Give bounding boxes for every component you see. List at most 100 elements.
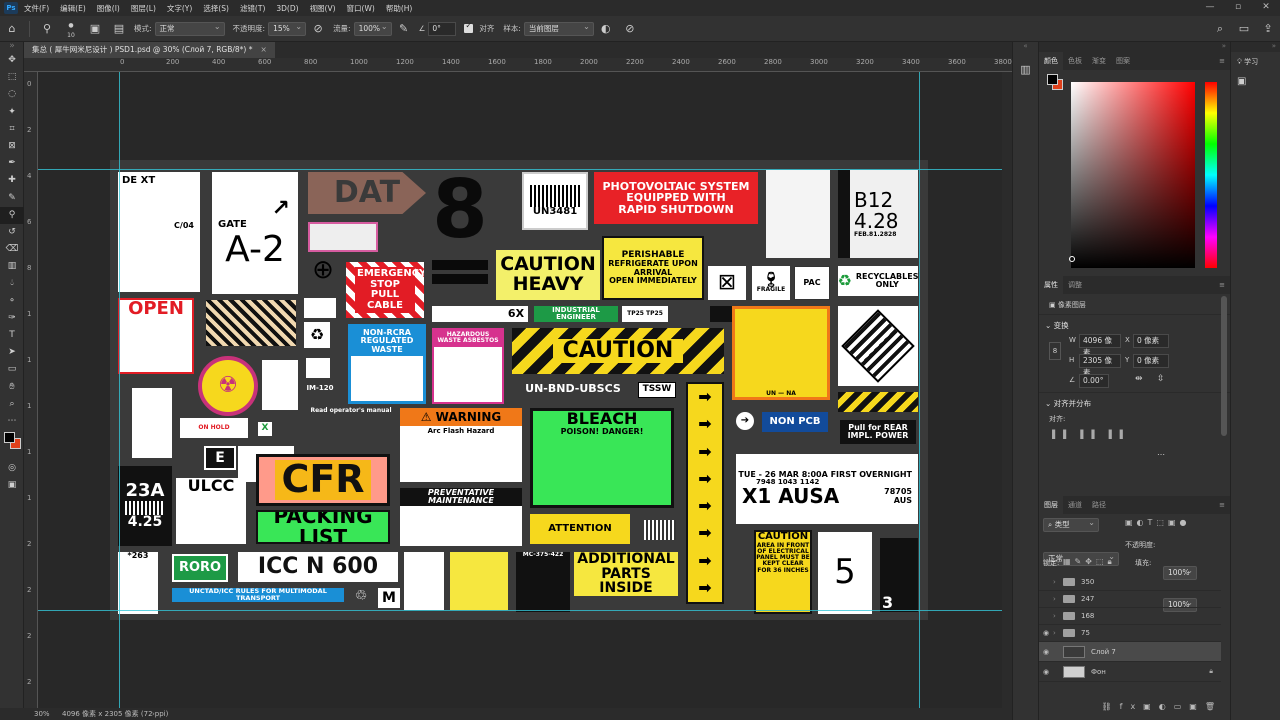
- brush-tool-icon[interactable]: ✎: [0, 190, 24, 207]
- blur-tool-icon[interactable]: 💧︎: [0, 275, 24, 292]
- path-select-tool-icon[interactable]: ➤: [0, 344, 24, 361]
- dodge-tool-icon[interactable]: ⚬: [0, 293, 24, 310]
- color-field[interactable]: [1071, 82, 1195, 268]
- home-icon[interactable]: ⌂: [4, 21, 20, 37]
- eye-icon[interactable]: ◉: [1039, 648, 1053, 656]
- workspace-icon[interactable]: ▭: [1236, 21, 1252, 37]
- hue-slider[interactable]: [1205, 82, 1217, 268]
- flip-horizontal-icon[interactable]: ⇹: [1135, 374, 1143, 384]
- history-brush-tool-icon[interactable]: ↺: [0, 224, 24, 241]
- aligned-checkbox[interactable]: [464, 21, 474, 33]
- maximize-icon[interactable]: ▫: [1224, 0, 1252, 16]
- type-tool-icon[interactable]: T: [0, 327, 24, 344]
- visibility-toggle[interactable]: [1039, 595, 1053, 603]
- libraries-icon[interactable]: ▣: [1231, 72, 1280, 92]
- clone-source-icon[interactable]: ▤: [111, 21, 127, 37]
- width-input[interactable]: 4096 像素: [1079, 334, 1121, 357]
- menu-view[interactable]: 视图(V): [310, 3, 336, 14]
- pen-tool-icon[interactable]: ✑: [0, 310, 24, 327]
- pressure-opacity-icon[interactable]: ⊘: [310, 21, 326, 37]
- menu-edit[interactable]: 编辑(E): [60, 3, 86, 14]
- collapse-icon[interactable]: «: [1013, 42, 1038, 54]
- airbrush-icon[interactable]: ✎: [396, 21, 412, 37]
- status-expand-icon[interactable]: ›: [152, 708, 155, 720]
- more-tools-icon[interactable]: ⋯: [0, 413, 24, 430]
- transform-header[interactable]: ⌄ 变换: [1045, 320, 1069, 331]
- tab-paths[interactable]: 路径: [1087, 496, 1111, 514]
- ignore-adjustment-icon[interactable]: ◐: [598, 21, 614, 37]
- history-icon[interactable]: ▥: [1013, 60, 1038, 80]
- tab-swatches[interactable]: 色板: [1063, 52, 1087, 70]
- menu-file[interactable]: 文件(F): [24, 3, 49, 14]
- canvas-area[interactable]: DE XT C/04 ↗ GATE A-2 DAT ⊕ 8 UN3481 PHO…: [38, 72, 1012, 708]
- menu-filter[interactable]: 滤镜(T): [240, 3, 265, 14]
- close-icon[interactable]: ✕: [1252, 0, 1280, 16]
- panel-menu-icon[interactable]: ≡: [1214, 52, 1230, 70]
- zoom-tool-icon[interactable]: ⌕: [0, 396, 24, 413]
- brush-settings-icon[interactable]: ▣: [87, 21, 103, 37]
- color-swatches[interactable]: [0, 430, 23, 460]
- layer-row[interactable]: › 168: [1039, 608, 1221, 625]
- chevron-right-icon[interactable]: ›: [1053, 595, 1063, 603]
- chevron-right-icon[interactable]: ›: [1053, 612, 1063, 620]
- guide-horizontal[interactable]: [38, 169, 1012, 170]
- layer-row-selected[interactable]: ◉ Слой 7: [1039, 642, 1221, 662]
- mode-select[interactable]: 正常: [154, 21, 225, 36]
- share-icon[interactable]: ⇪: [1260, 21, 1276, 37]
- layer-actions[interactable]: ⛓fx▣◐▭▣🗑︎: [1039, 702, 1231, 714]
- flip-vertical-icon[interactable]: ⇳: [1157, 374, 1165, 384]
- gradient-tool-icon[interactable]: ▥: [0, 258, 24, 275]
- vertical-scrollbar[interactable]: [1002, 72, 1012, 708]
- menu-type[interactable]: 文字(Y): [167, 3, 192, 14]
- document-canvas[interactable]: DE XT C/04 ↗ GATE A-2 DAT ⊕ 8 UN3481 PHO…: [110, 160, 928, 620]
- eraser-tool-icon[interactable]: ⌫: [0, 241, 24, 258]
- marquee-tool-icon[interactable]: ⬚: [0, 69, 24, 86]
- tab-channels[interactable]: 通道: [1063, 496, 1087, 514]
- chevron-right-icon[interactable]: ›: [1053, 629, 1063, 637]
- search-icon[interactable]: ⌕: [1212, 21, 1228, 37]
- tab-gradients[interactable]: 渐变: [1087, 52, 1111, 70]
- clone-stamp-tool-icon[interactable]: ⚲: [0, 206, 24, 224]
- panel-menu-icon[interactable]: ≡: [1214, 496, 1230, 514]
- brush-preset-icon[interactable]: ● 10: [63, 21, 79, 39]
- eye-icon[interactable]: ◉: [1039, 668, 1053, 676]
- menu-layer[interactable]: 图层(L): [131, 3, 156, 14]
- move-tool-icon[interactable]: ✥: [0, 52, 24, 69]
- quick-select-tool-icon[interactable]: ✦: [0, 104, 24, 121]
- ruler-vertical[interactable]: 0 2 4 6 8 1 1 1 1 1 2 2 2 2: [24, 72, 38, 708]
- lasso-tool-icon[interactable]: ◌: [0, 86, 24, 103]
- menu-select[interactable]: 选择(S): [203, 3, 229, 14]
- healing-brush-tool-icon[interactable]: ✚: [0, 172, 24, 189]
- frame-tool-icon[interactable]: ⊠: [0, 138, 24, 155]
- tab-layers[interactable]: 图层: [1039, 496, 1063, 514]
- x-input[interactable]: 0 像素: [1133, 334, 1169, 348]
- color-picker-handle[interactable]: [1069, 256, 1075, 262]
- quick-mask-icon[interactable]: ◎: [0, 460, 24, 477]
- zoom-level[interactable]: 30%: [34, 708, 50, 720]
- align-buttons[interactable]: ▐▌▐▌▐▌: [1049, 430, 1134, 439]
- y-input[interactable]: 0 像素: [1133, 354, 1169, 368]
- tab-adjustments[interactable]: 调整: [1063, 276, 1087, 294]
- menu-3d[interactable]: 3D(D): [276, 4, 298, 13]
- pressure-size-icon[interactable]: ⊘: [622, 21, 638, 37]
- collapse-icon[interactable]: »: [1039, 42, 1230, 52]
- align-header[interactable]: ⌄ 对齐并分布: [1045, 398, 1091, 409]
- layer-row[interactable]: ◉ Фон 🔒︎: [1039, 662, 1221, 682]
- guide-vertical[interactable]: [919, 72, 920, 708]
- flow-select[interactable]: 100%: [353, 21, 392, 36]
- opacity-select[interactable]: 15%: [268, 21, 307, 36]
- minimize-icon[interactable]: —: [1196, 0, 1224, 16]
- properties-scrollbar[interactable]: [1221, 296, 1227, 436]
- link-icon[interactable]: 8: [1049, 342, 1061, 360]
- clone-stamp-tool-icon[interactable]: ⚲: [39, 21, 55, 37]
- angle-input[interactable]: 0.00°: [1079, 374, 1109, 388]
- menu-window[interactable]: 窗口(W): [347, 3, 375, 14]
- layer-filter-select[interactable]: ⌕ 类型: [1043, 517, 1099, 532]
- tab-patterns[interactable]: 图案: [1111, 52, 1135, 70]
- menu-image[interactable]: 图像(I): [97, 3, 120, 14]
- more-options-icon[interactable]: ⋯: [1157, 450, 1165, 459]
- sample-select[interactable]: 当前图层: [523, 21, 594, 36]
- chevron-right-icon[interactable]: ›: [1053, 578, 1063, 586]
- toolbar-grip-icon[interactable]: »: [0, 42, 24, 52]
- foreground-color[interactable]: [4, 432, 15, 444]
